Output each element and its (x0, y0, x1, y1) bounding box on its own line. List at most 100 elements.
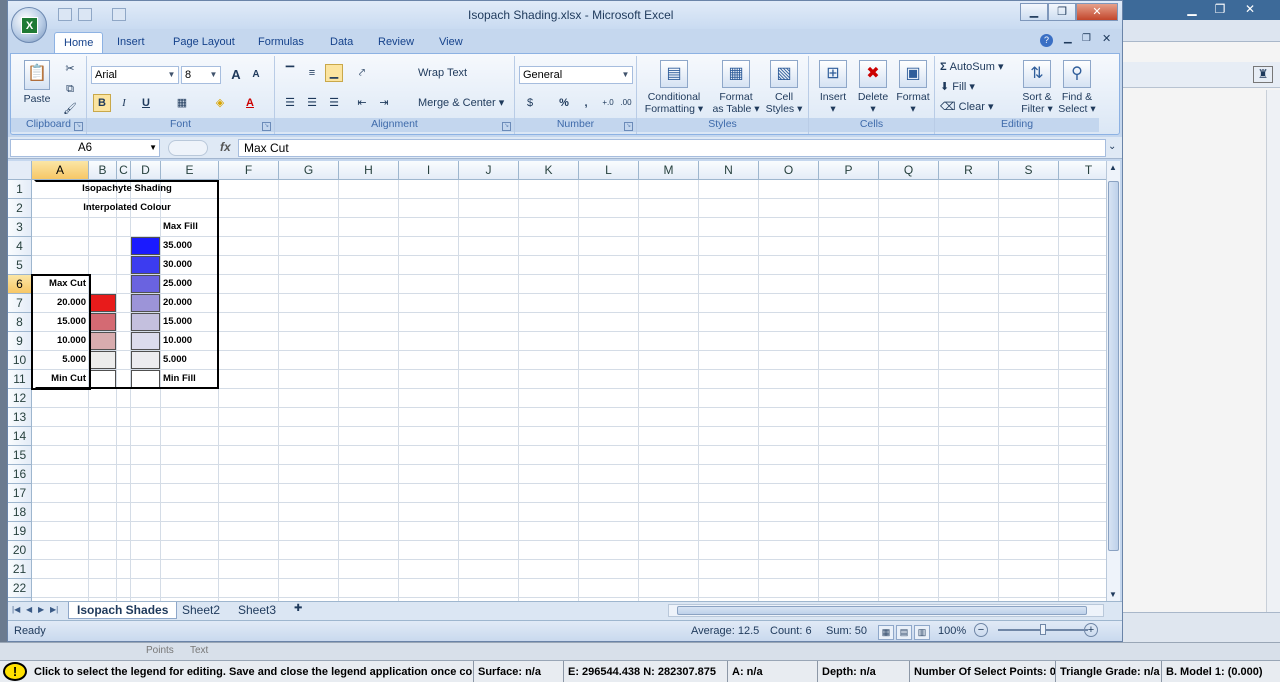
shrink-font-button[interactable]: A (247, 66, 265, 84)
minimize-button[interactable]: ▁ (1020, 3, 1048, 21)
currency-icon[interactable]: $ (521, 94, 539, 112)
sort-filter-button[interactable]: ⇅ Sort & Filter ▾ (1017, 60, 1057, 115)
row-header-6[interactable]: 6 (8, 275, 32, 294)
minimize-icon[interactable]: ▁ (1181, 2, 1203, 17)
row-header-2[interactable]: 2 (8, 199, 32, 218)
grow-font-button[interactable]: A (227, 66, 245, 84)
orientation-icon[interactable]: ⤤ (353, 64, 371, 82)
sheet-tab-isopach-shades[interactable]: Isopach Shades (68, 602, 178, 619)
help-icon[interactable]: ? (1040, 34, 1053, 47)
column-header-p[interactable]: P (819, 161, 879, 180)
close-button[interactable]: ✕ (1076, 3, 1118, 21)
worksheet-grid[interactable]: ABCDEFGHIJKLMNOPQRST 1 2 3 4 5 6 7 8 9 10 11 12 13 14… (8, 161, 1106, 601)
alignment-launcher-icon[interactable]: ↘ (502, 122, 511, 131)
borders-icon[interactable]: ▦ (173, 94, 191, 112)
row-header-4[interactable]: 4 (8, 237, 32, 256)
zoom-out-icon[interactable]: − (974, 623, 988, 637)
last-sheet-icon[interactable]: ▶| (50, 605, 58, 614)
column-header-j[interactable]: J (459, 161, 519, 180)
save-icon[interactable] (58, 8, 72, 21)
cut-icon[interactable]: ✂ (61, 60, 79, 78)
vertical-scroll-thumb[interactable] (1108, 181, 1119, 551)
tab-formulas[interactable]: Formulas (249, 32, 313, 53)
column-header-a[interactable]: A (32, 161, 89, 180)
page-layout-view-icon[interactable]: ▤ (896, 625, 912, 640)
wrap-text-button[interactable]: Wrap Text (399, 64, 495, 82)
clipboard-launcher-icon[interactable]: ↘ (74, 122, 83, 131)
column-header-c[interactable]: C (117, 161, 131, 180)
column-header-t[interactable]: T (1059, 161, 1106, 180)
scroll-up-icon[interactable]: ▲ (1109, 163, 1117, 172)
clear-button[interactable]: ⌫ Clear ▾ (939, 98, 999, 116)
tab-view[interactable]: View (430, 32, 472, 53)
scroll-down-icon[interactable]: ▼ (1109, 590, 1117, 599)
column-header-h[interactable]: H (339, 161, 399, 180)
row-header-19[interactable]: 19 (8, 522, 32, 541)
tab-home[interactable]: Home (54, 32, 104, 53)
background-tab-points[interactable]: Points (146, 645, 174, 656)
delete-cells-button[interactable]: ✖ Delete ▾ (853, 60, 893, 115)
fill-button[interactable]: ⬇ Fill ▾ (939, 78, 999, 96)
workbook-close-icon[interactable]: ✕ (1102, 32, 1111, 45)
tab-insert[interactable]: Insert (108, 32, 154, 53)
column-header-g[interactable]: G (279, 161, 339, 180)
cell-styles-button[interactable]: ▧ Cell Styles ▾ (763, 60, 805, 115)
expand-formula-bar-icon[interactable]: ⌄ (1108, 141, 1116, 152)
paste-button[interactable]: 📋 Paste (15, 60, 59, 105)
row-header-22[interactable]: 22 (8, 579, 32, 598)
align-top-icon[interactable]: ▔ (281, 64, 299, 82)
decrease-decimal-icon[interactable]: .00 (617, 94, 635, 112)
office-button[interactable]: X (11, 7, 47, 43)
number-launcher-icon[interactable]: ↘ (624, 122, 633, 131)
format-as-table-button[interactable]: ▦ Format as Table ▾ (711, 60, 761, 115)
row-header-17[interactable]: 17 (8, 484, 32, 503)
format-cells-button[interactable]: ▣ Format ▾ (893, 60, 933, 115)
column-header-f[interactable]: F (219, 161, 279, 180)
column-header-n[interactable]: N (699, 161, 759, 180)
ribbon-restore-icon[interactable]: ❐ (1082, 33, 1091, 44)
row-header-15[interactable]: 15 (8, 446, 32, 465)
decrease-indent-icon[interactable]: ⇤ (353, 94, 371, 112)
row-header-20[interactable]: 20 (8, 541, 32, 560)
sheet-tab-sheet2[interactable]: Sheet2 (174, 602, 228, 619)
column-header-l[interactable]: L (579, 161, 639, 180)
percent-button[interactable]: % (555, 94, 573, 112)
format-painter-icon[interactable]: 🖌 (61, 100, 79, 118)
close-icon[interactable]: ✕ (1239, 2, 1261, 17)
row-header-3[interactable]: 3 (8, 218, 32, 237)
align-right-icon[interactable]: ☰ (325, 94, 343, 112)
horizontal-scrollbar[interactable] (668, 604, 1104, 617)
font-name-combo[interactable]: Arial ▼ (91, 66, 179, 84)
row-header-16[interactable]: 16 (8, 465, 32, 484)
conditional-formatting-button[interactable]: ▤ Conditional Formatting ▾ (641, 60, 707, 115)
increase-decimal-icon[interactable]: +.0 (599, 94, 617, 112)
insert-sheet-icon[interactable]: ✚ (286, 602, 310, 619)
sheet-tab-sheet3[interactable]: Sheet3 (230, 602, 284, 619)
row-header-12[interactable]: 12 (8, 389, 32, 408)
align-middle-icon[interactable]: ≡ (303, 64, 321, 82)
row-header-11[interactable]: 11 (8, 370, 32, 389)
insert-function-button[interactable]: fx (220, 140, 231, 154)
row-header-5[interactable]: 5 (8, 256, 32, 275)
row-header-13[interactable]: 13 (8, 408, 32, 427)
prev-sheet-icon[interactable]: ◀ (26, 605, 32, 614)
align-bottom-icon[interactable]: ▁ (325, 64, 343, 82)
vertical-scrollbar[interactable]: ▲ ▼ (1106, 161, 1120, 601)
fill-color-icon[interactable]: ◈ (211, 94, 229, 112)
font-size-combo[interactable]: 8 ▼ (181, 66, 221, 84)
formula-bar-splitter[interactable] (168, 140, 208, 156)
align-left-icon[interactable]: ☰ (281, 94, 299, 112)
font-launcher-icon[interactable]: ↘ (262, 122, 271, 131)
insert-cells-button[interactable]: ⊞ Insert ▾ (813, 60, 853, 115)
select-all-corner[interactable] (8, 161, 32, 180)
normal-view-icon[interactable]: ▦ (878, 625, 894, 640)
restore-icon[interactable]: ❐ (1209, 2, 1231, 17)
row-header-9[interactable]: 9 (8, 332, 32, 351)
column-header-s[interactable]: S (999, 161, 1059, 180)
align-center-icon[interactable]: ☰ (303, 94, 321, 112)
tab-data[interactable]: Data (321, 32, 362, 53)
next-sheet-icon[interactable]: ▶ (38, 605, 44, 614)
row-header-7[interactable]: 7 (8, 294, 32, 313)
column-header-e[interactable]: E (161, 161, 219, 180)
undo-icon[interactable] (78, 8, 92, 21)
